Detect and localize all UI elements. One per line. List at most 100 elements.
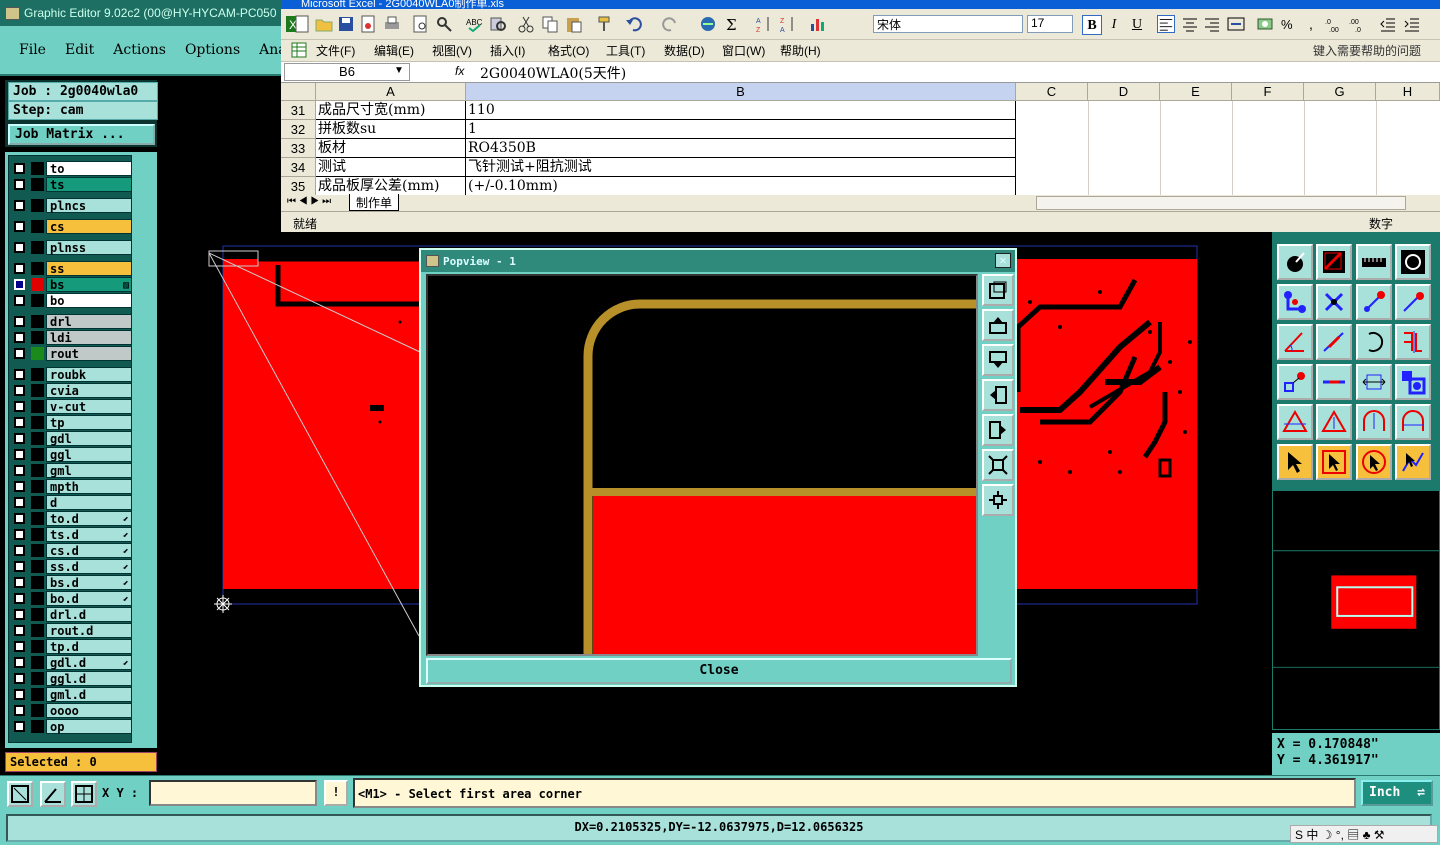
layer-name[interactable]: ss.d ⬋ [46,559,132,574]
layer-color-swatch[interactable] [31,368,44,381]
layer-name[interactable]: bo.d ⬋ [46,591,132,606]
layer-checkbox[interactable] [14,179,25,190]
align-right-icon[interactable] [1203,15,1221,33]
layer-row-gdl[interactable]: gdl [9,431,133,446]
layer-row-ss[interactable]: ss [9,261,133,276]
name-box[interactable]: B6 [284,63,410,81]
tool-move-point-icon[interactable] [1277,364,1313,400]
layer-name[interactable]: ggl [46,447,132,462]
name-box-dropdown-icon[interactable]: ▼ [394,65,404,76]
italic-button[interactable]: I [1104,15,1124,35]
bold-button[interactable]: B [1082,15,1102,35]
xl-menu-format[interactable]: 格式(O) [548,42,589,59]
print-preview-icon[interactable] [411,15,429,33]
layer-name[interactable]: ggl.d [46,671,132,686]
layer-row-plncs[interactable]: plncs [9,198,133,213]
layer-checkbox[interactable] [14,221,25,232]
layer-row-plnss[interactable]: plnss [9,240,133,255]
layer-row-drl-d[interactable]: drl.d [9,607,133,622]
align-left-icon[interactable] [1157,15,1175,33]
pan-up-icon[interactable] [982,309,1014,341]
layer-row-ts-d[interactable]: ts.d ⬋ [9,527,133,542]
layer-checkbox[interactable] [14,529,25,540]
comma-icon[interactable]: , [1303,15,1321,33]
tool-select-icon[interactable] [1277,444,1313,480]
col-header-e[interactable]: E [1160,83,1232,101]
minimap[interactable] [1272,490,1440,730]
layer-checkbox[interactable] [14,332,25,343]
font-name-box[interactable]: 宋体 [873,15,1023,33]
layer-name[interactable]: bo [46,293,132,308]
tool-slash-icon[interactable] [1316,324,1352,360]
layer-color-swatch[interactable] [31,544,44,557]
tool-arch-flat-icon[interactable] [1395,404,1431,440]
sort-asc-icon[interactable]: AZ [755,15,773,33]
layer-checkbox[interactable] [14,577,25,588]
cell-b[interactable]: (+/-0.10mm) [466,177,1016,195]
permission-icon[interactable] [359,15,377,33]
layer-color-swatch[interactable] [31,528,44,541]
layer-checkbox[interactable] [14,401,25,412]
layer-row-gml-d[interactable]: gml.d [9,687,133,702]
menu-options[interactable]: Options [185,26,240,58]
layer-name[interactable]: ss [46,261,132,276]
layer-color-swatch[interactable] [31,480,44,493]
unit-selector[interactable]: Inch ⇌ [1361,780,1433,806]
cell-b[interactable]: RO4350B [466,139,1016,158]
measure-icon[interactable] [40,781,66,807]
layer-row-gdl-d[interactable]: gdl.d ⬋ [9,655,133,670]
autosum-icon[interactable]: Σ [723,15,741,33]
layer-color-swatch[interactable] [31,162,44,175]
layer-checkbox[interactable] [14,242,25,253]
layer-checkbox[interactable] [14,465,25,476]
layer-name[interactable]: bs.d ⬋ [46,575,132,590]
layer-color-swatch[interactable] [31,262,44,275]
col-header-f[interactable]: F [1232,83,1304,101]
layer-row-oooo[interactable]: oooo [9,703,133,718]
cell-b[interactable]: 1 [466,120,1016,139]
print-icon[interactable] [383,15,401,33]
layer-name[interactable]: tp [46,415,132,430]
close-button[interactable]: Close [426,658,1012,684]
chart-wizard-icon[interactable] [809,15,827,33]
new-doc-icon[interactable] [293,15,311,33]
layer-name[interactable]: plnss [46,240,132,255]
layer-checkbox[interactable] [14,497,25,508]
layer-name[interactable]: gdl.d ⬋ [46,655,132,670]
tab-nav-icon[interactable]: ⏮ ◀ ▶ ⏭ [287,196,331,207]
pan-down-icon[interactable] [982,344,1014,376]
tool-pad-icon[interactable] [1277,244,1313,280]
layer-row-drl[interactable]: drl [9,314,133,329]
layer-name[interactable]: to [46,161,132,176]
zoom-out-icon[interactable] [982,449,1014,481]
research-icon[interactable] [489,15,507,33]
layer-checkbox[interactable] [14,689,25,700]
layer-name[interactable]: rout.d [46,623,132,638]
layer-checkbox[interactable] [14,348,25,359]
tool-ruler-icon[interactable] [1356,244,1392,280]
sort-desc-icon[interactable]: ZA [779,15,797,33]
layer-checkbox[interactable] [14,279,25,290]
layer-checkbox[interactable] [14,449,25,460]
cell-a[interactable]: 拼板数su [316,120,466,139]
layer-name[interactable]: op [46,719,132,734]
layer-color-swatch[interactable] [31,294,44,307]
col-header-h[interactable]: H [1376,83,1440,101]
sheet-tab[interactable]: 制作单 [349,194,399,211]
layer-name[interactable]: plncs [46,198,132,213]
cell-a[interactable]: 成品板厚公差(mm) [316,177,466,195]
row-header[interactable]: 31 [281,101,316,120]
save-icon[interactable] [337,15,355,33]
row-header[interactable]: 32 [281,120,316,139]
corner-cell[interactable] [281,83,316,101]
layer-checkbox[interactable] [14,545,25,556]
layer-row-cs-d[interactable]: cs.d ⬋ [9,543,133,558]
layer-checkbox[interactable] [14,641,25,652]
layer-checkbox[interactable] [14,200,25,211]
cell-a[interactable]: 测试 [316,158,466,177]
tool-arch-icon[interactable] [1356,404,1392,440]
decrease-indent-icon[interactable] [1379,15,1397,33]
layer-color-swatch[interactable] [31,640,44,653]
layer-color-swatch[interactable] [31,384,44,397]
layer-checkbox[interactable] [14,369,25,380]
